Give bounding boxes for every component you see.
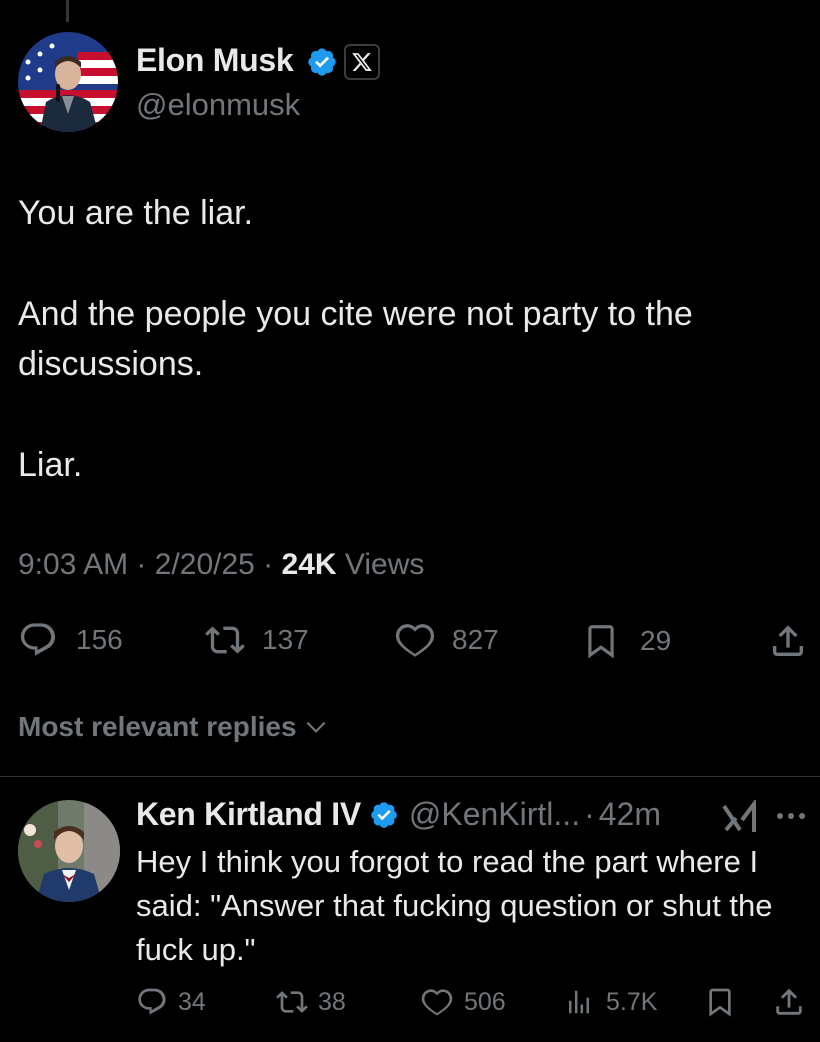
tweet-paragraph: Liar. [18,446,83,484]
author-name[interactable]: Elon Musk [136,42,294,79]
reply-author-name[interactable]: Ken Kirtland IV [136,796,361,833]
tweet-time[interactable]: 9:03 AM [18,548,128,581]
tweet-metadata: 9:03 AM · 2/20/25 · 24K Views [18,548,424,582]
views-icon [569,990,589,1014]
bookmark-icon [709,988,731,1017]
separator-dot: · [584,796,595,832]
reply-share-button[interactable] [772,984,806,1020]
author-handle[interactable]: @elonmusk [136,87,300,123]
reply-repost-count: 38 [318,987,346,1016]
reply-like-button[interactable]: 506 [420,986,506,1018]
reply-button[interactable]: 156 [18,620,123,660]
bookmark-button[interactable]: 29 [582,620,671,662]
reply-reply-button[interactable]: 34 [136,986,206,1018]
verified-badge-icon [371,801,397,828]
reply-reply-count: 34 [178,987,206,1016]
reply-icon [138,988,166,1015]
share-icon [776,988,802,1015]
bookmark-count: 29 [640,625,672,656]
reply-text: Hey I think you forgot to read the part … [136,844,773,967]
reply-views-count: 5.7K [606,987,658,1016]
separator-dot: · [128,548,155,581]
like-button[interactable]: 827 [394,620,499,660]
share-button[interactable] [768,620,808,662]
separator-dot: · [254,548,282,581]
repost-icon [205,626,245,654]
replies-sort-dropdown[interactable]: Most relevant replies [18,711,329,743]
views-count[interactable]: 24K [282,548,337,581]
reply-header: Ken Kirtland IV @KenKirtl... · 42m [136,796,661,833]
tweet-paragraph: You are the liar. [18,194,254,232]
tweet-text: You are the liar. And the people you cit… [18,188,808,541]
views-label: Views [344,548,425,581]
grok-icon[interactable] [720,800,760,836]
tweet-date[interactable]: 2/20/25 [155,548,255,581]
reply-author-handle[interactable]: @KenKirtl... [409,796,580,833]
like-icon [395,624,435,657]
repost-button[interactable]: 137 [202,620,309,660]
reply-like-count: 506 [464,987,506,1016]
like-icon [421,989,453,1016]
reply-bookmark-button[interactable] [704,984,736,1020]
chevron-down-icon [306,721,325,733]
replies-sort-label: Most relevant replies [18,711,297,742]
reply-time[interactable]: 42m [599,796,661,833]
divider [0,776,820,777]
reply-count: 156 [76,624,123,655]
tweet-paragraph: And the people you cite were not party t… [18,295,693,383]
verified-badge-icon [308,48,336,76]
author-avatar[interactable] [18,32,118,132]
reply-views-button[interactable]: 5.7K [564,986,657,1018]
more-icon[interactable] [774,806,808,826]
thread-connector-line [66,0,69,22]
x-logo-icon [352,53,372,71]
bookmark-icon [588,625,614,659]
repost-count: 137 [262,624,309,655]
share-icon [773,625,803,656]
x-logo-badge [344,44,380,80]
reply-repost-button[interactable]: 38 [274,986,346,1018]
repost-icon [276,991,308,1013]
reply-icon [20,623,56,656]
like-count: 827 [452,624,499,655]
reply-author-avatar[interactable] [18,800,120,902]
